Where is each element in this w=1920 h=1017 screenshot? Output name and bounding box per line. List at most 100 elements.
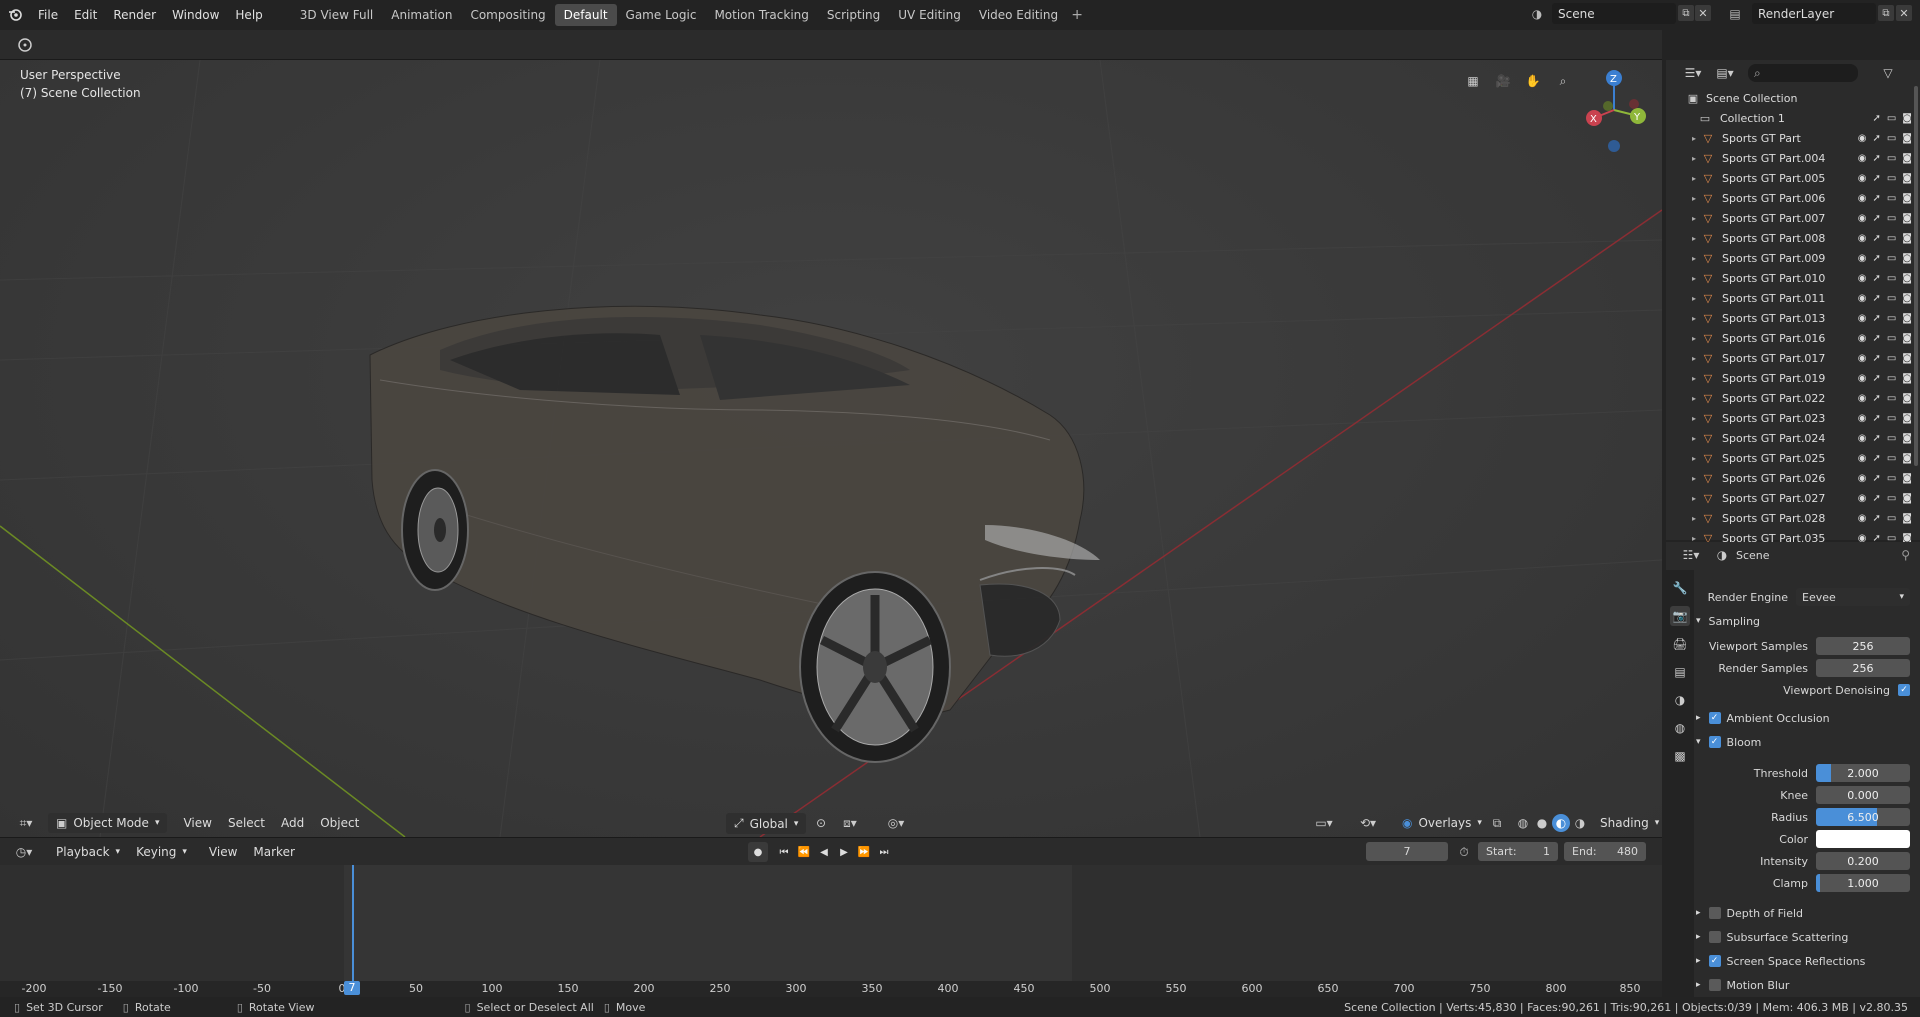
select-toggle-icon[interactable]: ➚ [1872,253,1880,264]
eye-icon[interactable]: ◉ [1858,133,1867,144]
navigation-gizmo[interactable]: Z Y X [1576,66,1656,156]
render-toggle-icon[interactable]: ◙ [1902,153,1912,164]
render-toggle-icon[interactable]: ◙ [1902,493,1912,504]
select-toggle-icon[interactable]: ➚ [1872,173,1880,184]
properties-type-icon[interactable]: ☷▾ [1678,548,1704,562]
transform-tool-icon[interactable] [12,34,38,56]
render-toggle-icon[interactable]: ◙ [1902,133,1912,144]
prev-keyframe-icon[interactable]: ⏪ [794,842,814,862]
end-frame-field[interactable]: End: 480 [1564,842,1646,861]
orientation-dropdown[interactable]: ⤢ Global ▾ [726,813,807,834]
viewport-denoising-checkbox[interactable]: ✓ [1898,684,1910,696]
outliner-object-row[interactable]: ▸ ▽ Sports GT Part.006 ◉ ➚ ▭ ◙ [1666,188,1920,208]
intensity-slider[interactable]: 0.200 [1816,852,1910,870]
eye-icon[interactable]: ◉ [1858,313,1867,324]
eye-icon[interactable]: ◉ [1858,353,1867,364]
viewport-toggle-icon[interactable]: ▭ [1887,273,1896,284]
outliner-object-row[interactable]: ▸ ▽ Sports GT Part.007 ◉ ➚ ▭ ◙ [1666,208,1920,228]
viewport-toggle-icon[interactable]: ▭ [1887,413,1896,424]
menu-window[interactable]: Window [164,8,227,22]
viewport-toggle-icon[interactable]: ▭ [1887,353,1896,364]
view-layer-selector[interactable]: RenderLayer [1752,3,1876,24]
select-toggle-icon[interactable]: ➚ [1872,353,1880,364]
render-engine-dropdown[interactable]: Eevee ▾ [1796,588,1910,606]
viewport-toggle-icon[interactable]: ▭ [1887,473,1896,484]
viewport-toggle-icon[interactable]: ▭ [1887,493,1896,504]
chevron-right-icon[interactable]: ▸ [1692,254,1696,263]
playhead-line[interactable] [352,865,354,983]
timeline-area[interactable]: -200 -150 -100 -50 0 50 100 150 200 250 … [0,865,1662,997]
select-toggle-icon[interactable]: ➚ [1872,473,1880,484]
chevron-right-icon[interactable]: ▸ [1692,494,1696,503]
menu-add[interactable]: Add [273,813,312,833]
color-swatch[interactable] [1816,830,1910,848]
viewport-toggle-icon[interactable]: ▭ [1887,253,1896,264]
subsurface-checkbox[interactable] [1708,931,1721,943]
scene-tab-icon[interactable]: ◑ [1670,690,1690,710]
3d-viewport[interactable]: User Perspective (7) Scene Collection ▦ … [0,60,1662,837]
texture-tab-icon[interactable]: ▩ [1670,746,1690,766]
menu-view[interactable]: View [175,813,219,833]
select-toggle-icon[interactable]: ➚ [1872,213,1880,224]
outliner-object-row[interactable]: ▸ ▽ Sports GT Part.027 ◉ ➚ ▭ ◙ [1666,488,1920,508]
outliner-object-row[interactable]: ▸ ▽ Sports GT Part ◉ ➚ ▭ ◙ [1666,128,1920,148]
eye-icon[interactable]: ◉ [1858,433,1867,444]
add-workspace-icon[interactable]: + [1067,7,1087,23]
tab-game-logic[interactable]: Game Logic [617,4,706,26]
viewport-toggle-icon[interactable]: ▭ [1887,313,1896,324]
object-visibility-icon[interactable]: ▭▾ [1310,814,1338,832]
select-toggle-icon[interactable]: ➚ [1872,453,1880,464]
bloom-checkbox[interactable]: ✓ [1708,736,1721,748]
tab-video-editing[interactable]: Video Editing [970,4,1067,26]
solid-shading-icon[interactable]: ● [1533,814,1551,832]
menu-edit[interactable]: Edit [66,8,105,22]
render-toggle-icon[interactable]: ◙ [1902,113,1912,124]
filter-icon[interactable]: ▽ [1878,66,1898,80]
select-toggle-icon[interactable]: ➚ [1872,493,1880,504]
eye-icon[interactable]: ◉ [1858,193,1867,204]
chevron-right-icon[interactable]: ▸ [1692,374,1696,383]
select-toggle-icon[interactable]: ➚ [1872,153,1880,164]
tab-compositing[interactable]: Compositing [461,4,554,26]
render-toggle-icon[interactable]: ◙ [1902,393,1912,404]
keying-menu[interactable]: Keying ▾ [128,842,195,862]
shading-dropdown[interactable]: Shading ▾ [1592,813,1667,833]
viewport-toggle-icon[interactable]: ▭ [1887,453,1896,464]
chevron-right-icon[interactable]: ▸ [1692,474,1696,483]
eye-icon[interactable]: ◉ [1858,153,1867,164]
tab-scripting[interactable]: Scripting [818,4,889,26]
delete-view-layer-icon[interactable]: ✕ [1896,5,1912,21]
render-toggle-icon[interactable]: ◙ [1902,313,1912,324]
blender-logo-icon[interactable] [0,0,30,30]
render-toggle-icon[interactable]: ◙ [1902,193,1912,204]
camera-view-icon[interactable]: 🎥 [1492,70,1514,92]
chevron-right-icon[interactable]: ▸ [1692,134,1696,143]
eye-icon[interactable]: ◉ [1858,213,1867,224]
new-scene-icon[interactable]: ⧉ [1678,5,1694,21]
viewport-toggle-icon[interactable]: ▭ [1887,373,1896,384]
chevron-right-icon[interactable]: ▸ [1692,274,1696,283]
menu-help[interactable]: Help [227,8,270,22]
chevron-right-icon[interactable]: ▸ [1692,314,1696,323]
viewport-toggle-icon[interactable]: ▭ [1887,393,1896,404]
current-frame-field[interactable]: 7 [1366,842,1448,861]
outliner-object-row[interactable]: ▸ ▽ Sports GT Part.028 ◉ ➚ ▭ ◙ [1666,508,1920,528]
record-icon[interactable]: ● [748,842,768,862]
ambient-occlusion-checkbox[interactable]: ✓ [1708,712,1721,724]
ssr-header[interactable]: ▸ ✓ Screen Space Reflections [1696,950,1918,972]
proportional-edit-icon[interactable]: ◎▾ [882,814,910,832]
search-icon[interactable]: ⌕ [1748,64,1858,82]
timeline-menu-view[interactable]: View [201,842,245,862]
render-toggle-icon[interactable]: ◙ [1902,413,1912,424]
render-toggle-icon[interactable]: ◙ [1902,273,1912,284]
viewport-toggle-icon[interactable]: ▭ [1887,293,1896,304]
pin-icon[interactable]: ⚲ [1901,548,1910,562]
viewport-toggle-icon[interactable]: ▭ [1887,333,1896,344]
mode-dropdown[interactable]: ▣ Object Mode ▾ [48,813,168,833]
outliner-type-icon[interactable]: ☰▾ [1680,66,1706,80]
delete-scene-icon[interactable]: ✕ [1695,5,1711,21]
chevron-right-icon[interactable]: ▸ [1692,154,1696,163]
outliner-object-row[interactable]: ▸ ▽ Sports GT Part.026 ◉ ➚ ▭ ◙ [1666,468,1920,488]
outliner-object-row[interactable]: ▸ ▽ Sports GT Part.010 ◉ ➚ ▭ ◙ [1666,268,1920,288]
eye-icon[interactable]: ◉ [1858,393,1867,404]
